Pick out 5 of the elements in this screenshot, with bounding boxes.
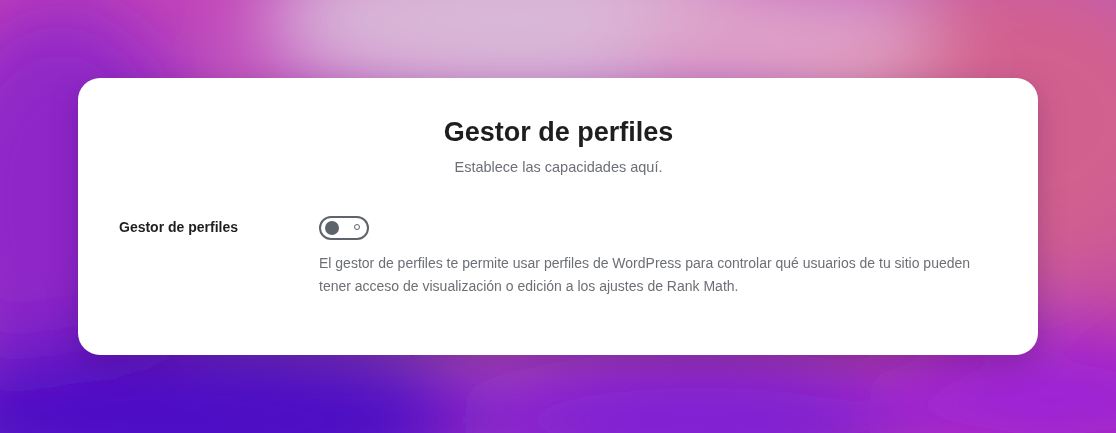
setting-description: El gestor de perfiles te permite usar perfiles de WordPress para controlar qué usuarios de tu sitio pueden tener acceso de visualización o edición a los ajustes de Rank Math. (319, 254, 972, 296)
setting-label: Gestor de perfiles (119, 218, 240, 237)
toggle-switch[interactable] (319, 216, 369, 240)
card-subtitle: Establece las capacidades aquí. (453, 158, 664, 176)
card-title: Gestor de perfiles (442, 116, 675, 148)
